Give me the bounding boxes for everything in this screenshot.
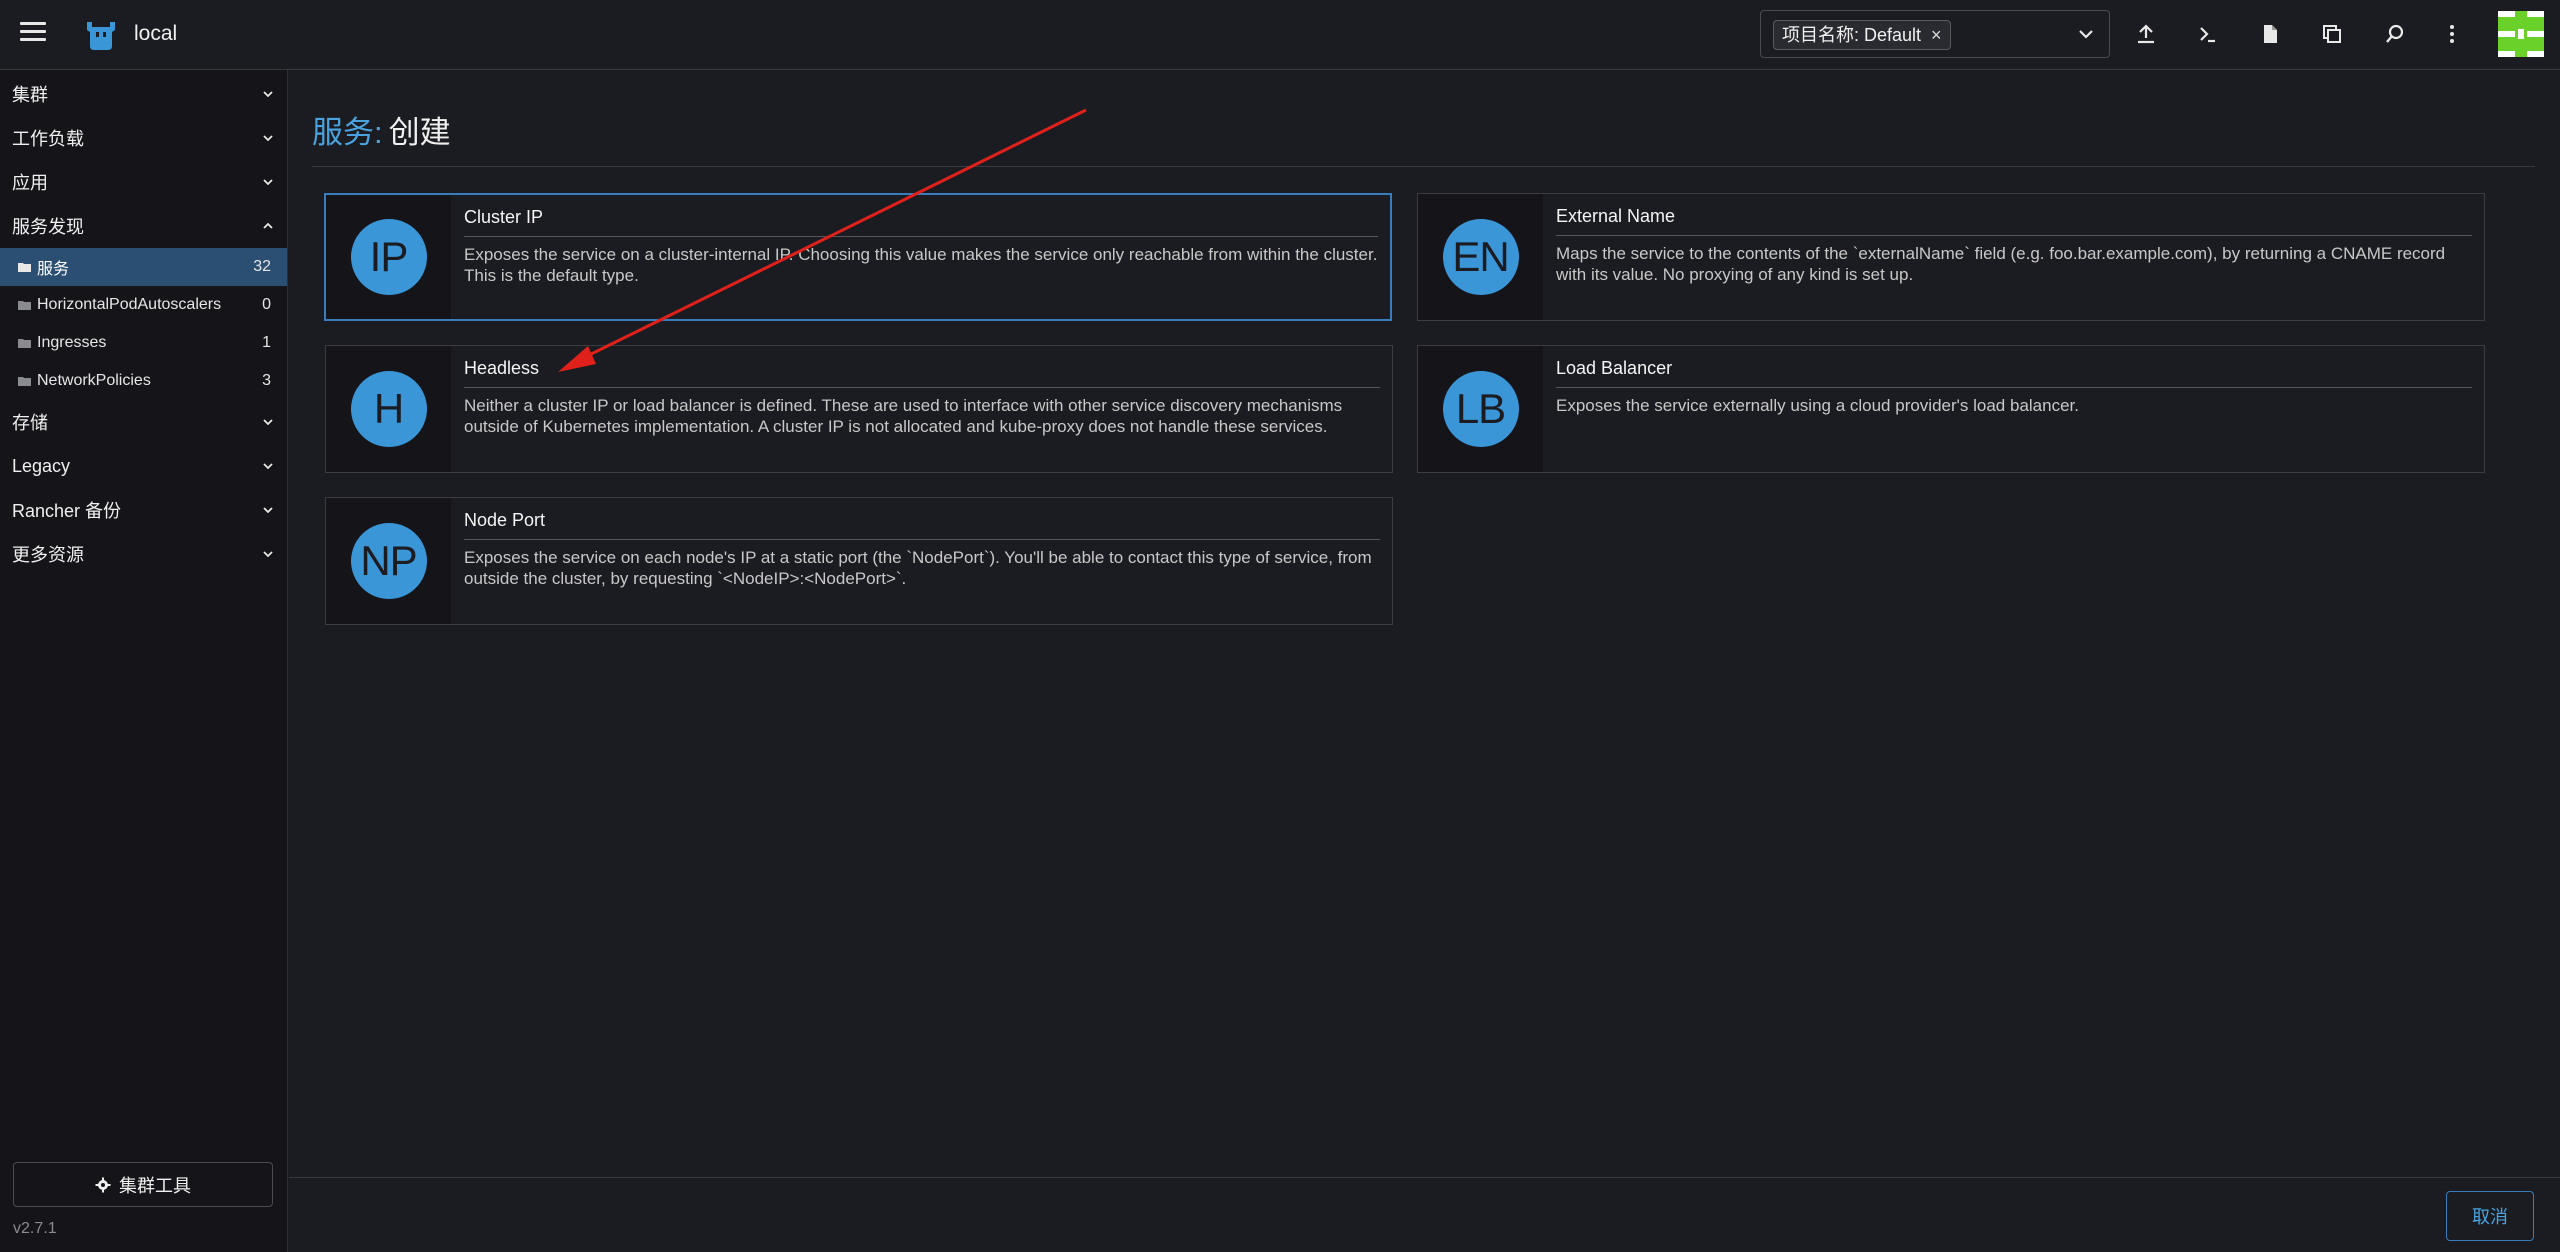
sidebar-item-count: 0 xyxy=(262,296,271,313)
chevron-up-icon xyxy=(263,222,273,229)
card-badge-area: NP xyxy=(326,498,451,624)
card-badge-area: IP xyxy=(326,195,451,319)
page-title-resource[interactable]: 服务: xyxy=(312,115,383,150)
more-vertical-icon[interactable] xyxy=(2438,20,2466,48)
nav-group-label: 应用 xyxy=(12,173,48,193)
service-type-badge: EN xyxy=(1442,219,1519,295)
main-content: 服务: 创建 IP Cluster IP Exposes the service … xyxy=(289,71,2560,1252)
card-title: External Name xyxy=(1556,206,2472,236)
chip-close-icon[interactable]: × xyxy=(1931,21,1942,49)
chevron-down-icon xyxy=(263,463,273,470)
card-description: Maps the service to the contents of the … xyxy=(1556,244,2446,284)
service-type-card-external-name[interactable]: EN External Name Maps the service to the… xyxy=(1417,193,2485,321)
page-title-action: 创建 xyxy=(388,115,451,150)
card-title: Headless xyxy=(464,358,1380,388)
avatar[interactable] xyxy=(2498,11,2544,57)
service-type-card-node-port[interactable]: NP Node Port Exposes the service on each… xyxy=(325,497,1393,625)
sidebar-item-network-policies[interactable]: NetworkPolicies 3 xyxy=(0,362,287,400)
gear-icon xyxy=(95,1177,111,1192)
nav-group-more-resources[interactable]: 更多资源 xyxy=(0,532,287,576)
sidebar-item-count: 1 xyxy=(262,334,271,351)
sidebar-item-services[interactable]: 服务 32 xyxy=(0,248,287,286)
cluster-tools-label: 集群工具 xyxy=(119,1175,191,1196)
sidebar: 集群 工作负载 应用 服务发现 服务 32 HorizontalPodAutos… xyxy=(0,70,288,1252)
namespace-chip[interactable]: 项目名称: Default × xyxy=(1773,20,1951,50)
cancel-button[interactable]: 取消 xyxy=(2446,1191,2534,1241)
nav-group-label: Rancher 备份 xyxy=(12,501,122,521)
folder-icon xyxy=(18,377,31,386)
chevron-down-icon xyxy=(263,551,273,558)
card-description: Exposes the service on each node's IP at… xyxy=(464,548,1372,588)
namespace-filter[interactable]: 项目名称: Default × xyxy=(1760,10,2110,58)
top-header: local 项目名称: Default × xyxy=(0,0,2560,70)
sidebar-item-label: NetworkPolicies xyxy=(37,372,151,389)
card-badge-area: EN xyxy=(1418,194,1543,320)
card-description: Exposes the service externally using a c… xyxy=(1556,396,2079,415)
title-divider xyxy=(312,166,2535,167)
nav-group-rancher-backup[interactable]: Rancher 备份 xyxy=(0,488,287,532)
cluster-tools-button[interactable]: 集群工具 xyxy=(13,1162,273,1207)
file-icon[interactable] xyxy=(2256,20,2284,48)
card-description: Neither a cluster IP or load balancer is… xyxy=(464,396,1343,436)
sidebar-item-label: Ingresses xyxy=(37,334,107,351)
service-type-badge: IP xyxy=(350,219,427,295)
nav-group-label: 工作负载 xyxy=(12,129,84,149)
nav-group-apps[interactable]: 应用 xyxy=(0,160,287,204)
nav-group-legacy[interactable]: Legacy xyxy=(0,444,287,488)
sidebar-item-hpa[interactable]: HorizontalPodAutoscalers 0 xyxy=(0,286,287,324)
upload-icon[interactable] xyxy=(2132,20,2160,48)
cluster-name[interactable]: local xyxy=(134,22,177,46)
search-icon[interactable] xyxy=(2381,20,2409,48)
nav-group-label: 集群 xyxy=(12,85,48,105)
sidebar-item-count: 3 xyxy=(262,372,271,389)
copy-config-icon[interactable] xyxy=(2318,20,2346,48)
card-title: Load Balancer xyxy=(1556,358,2472,388)
service-type-badge: NP xyxy=(350,523,427,599)
service-type-card-headless[interactable]: H Headless Neither a cluster IP or load … xyxy=(325,345,1393,473)
folder-icon xyxy=(18,301,31,310)
sidebar-item-label: 服务 xyxy=(37,261,70,278)
service-type-badge: LB xyxy=(1442,371,1519,447)
service-type-card-load-balancer[interactable]: LB Load Balancer Exposes the service ext… xyxy=(1417,345,2485,473)
nav-group-workloads[interactable]: 工作负载 xyxy=(0,116,287,160)
chevron-down-icon xyxy=(263,91,273,98)
sidebar-item-count: 32 xyxy=(253,258,271,275)
rancher-cluster-icon[interactable] xyxy=(84,18,118,52)
service-type-badge: H xyxy=(350,371,427,447)
chevron-down-icon xyxy=(263,135,273,142)
card-badge-area: H xyxy=(326,346,451,472)
namespace-chip-label: 项目名称: Default xyxy=(1782,25,1922,45)
sidebar-item-ingresses[interactable]: Ingresses 1 xyxy=(0,324,287,362)
hamburger-icon[interactable] xyxy=(20,22,46,46)
chevron-down-icon xyxy=(263,419,273,426)
chevron-down-icon xyxy=(263,179,273,186)
nav-group-label: 更多资源 xyxy=(12,545,84,565)
card-title: Cluster IP xyxy=(464,207,1378,237)
chevron-down-icon[interactable] xyxy=(2077,25,2095,43)
nav-group-cluster[interactable]: 集群 xyxy=(0,72,287,116)
nav-group-label: Legacy xyxy=(12,455,71,476)
chevron-down-icon xyxy=(263,507,273,514)
sidebar-item-label: HorizontalPodAutoscalers xyxy=(37,296,222,313)
card-title: Node Port xyxy=(464,510,1380,540)
folder-icon xyxy=(18,263,31,272)
page-title: 服务: 创建 xyxy=(312,107,451,152)
footer-divider xyxy=(289,1177,2560,1178)
nav-group-service-discovery[interactable]: 服务发现 xyxy=(0,204,287,248)
card-badge-area: LB xyxy=(1418,346,1543,472)
nav-group-label: 服务发现 xyxy=(12,217,84,237)
shell-icon[interactable] xyxy=(2194,20,2222,48)
card-description: Exposes the service on a cluster-interna… xyxy=(464,245,1378,285)
nav-group-storage[interactable]: 存储 xyxy=(0,400,287,444)
service-type-card-cluster-ip[interactable]: IP Cluster IP Exposes the service on a c… xyxy=(324,193,1392,321)
folder-icon xyxy=(18,339,31,348)
version-label[interactable]: v2.7.1 xyxy=(13,1220,57,1238)
nav-group-label: 存储 xyxy=(12,413,48,433)
